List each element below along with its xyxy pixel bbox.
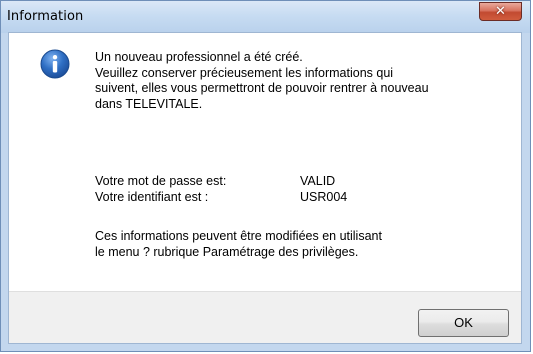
- close-icon: ✕: [495, 4, 506, 19]
- note-line: Ces informations peuvent être modifiées …: [95, 229, 382, 243]
- message-line: Veuillez conserver précieusement les inf…: [95, 65, 394, 80]
- password-label: Votre mot de passe est:: [95, 174, 227, 188]
- info-icon: [40, 49, 70, 79]
- password-value: VALID: [300, 174, 336, 188]
- message-text: Un nouveau professionnel a été créé. Veu…: [95, 50, 429, 112]
- message-line: dans TELEVITALE.: [95, 96, 203, 111]
- note-line: le menu ? rubrique Paramétrage des privi…: [95, 244, 359, 259]
- identifier-label: Votre identifiant est :: [95, 190, 209, 204]
- message-line: Un nouveau professionnel a été créé.: [95, 50, 303, 64]
- note-text: Ces informations peuvent être modifiées …: [95, 229, 382, 260]
- message-line: suivent, elles vous permettront de pouvo…: [95, 81, 429, 95]
- close-button[interactable]: ✕: [479, 2, 522, 21]
- identifier-value: USR004: [300, 190, 348, 204]
- window-title: Information: [7, 9, 84, 24]
- ok-button[interactable]: OK: [418, 309, 509, 337]
- title-bar[interactable]: Information ✕: [1, 1, 530, 33]
